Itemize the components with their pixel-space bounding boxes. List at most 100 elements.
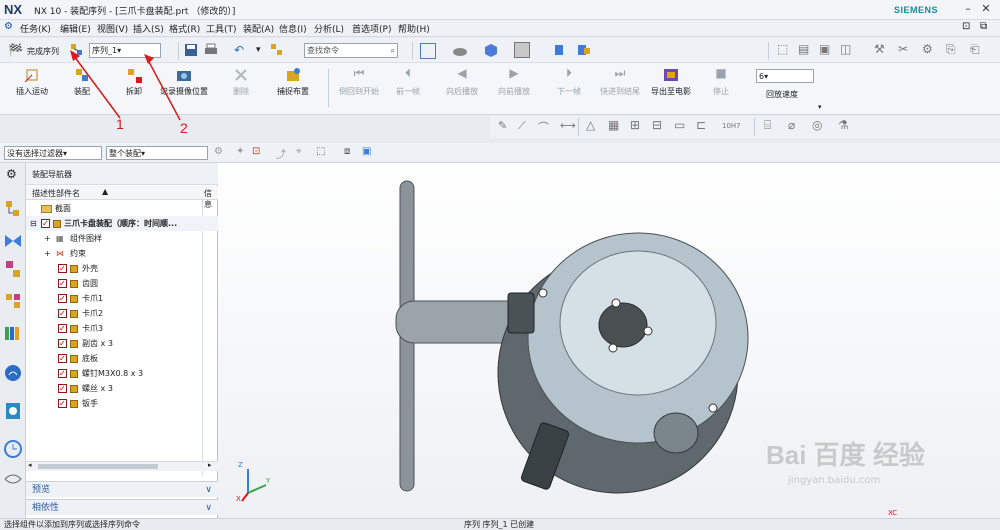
menu-assembly[interactable]: 装配(A) bbox=[243, 22, 274, 35]
tolerance-icon[interactable]: 10H7 bbox=[722, 122, 741, 130]
tree-node-part[interactable]: 齿圆 bbox=[26, 276, 218, 291]
clock-icon[interactable] bbox=[3, 439, 23, 459]
visibility-checkbox[interactable] bbox=[58, 291, 67, 306]
copy-icon[interactable]: ⎘ bbox=[946, 42, 962, 58]
web-browser-tab[interactable] bbox=[3, 363, 23, 383]
sketch-icon[interactable]: ✎ bbox=[498, 119, 507, 132]
insert-motion-button[interactable]: 插入运动 bbox=[10, 66, 54, 97]
layers-icon[interactable]: ⧈ bbox=[344, 146, 350, 157]
tool-icon[interactable]: ⚒ bbox=[874, 42, 890, 58]
dimension-icon[interactable]: ⟷ bbox=[560, 119, 576, 132]
command-search-input[interactable]: 查找命令 ⌕ bbox=[304, 43, 398, 58]
visibility-checkbox[interactable] bbox=[58, 321, 67, 336]
finish-flag-icon[interactable]: 🏁 bbox=[8, 43, 23, 57]
export-movie-button[interactable]: 导出至电影 bbox=[650, 66, 692, 97]
visibility-checkbox[interactable] bbox=[58, 276, 67, 291]
tree-node-part[interactable]: 钣手 bbox=[26, 396, 218, 411]
part-navigator-tab[interactable] bbox=[3, 259, 23, 279]
menu-tools[interactable]: 工具(T) bbox=[206, 22, 237, 35]
menu-view[interactable]: 视图(V) bbox=[97, 22, 128, 35]
next-frame-button[interactable]: ⏵ 下一帧 bbox=[552, 66, 586, 97]
delete-button[interactable]: 删除 bbox=[224, 66, 258, 97]
play-backward-button[interactable]: ◀ 向后播放 bbox=[442, 66, 482, 97]
tree-node-part[interactable]: 副齿 x 3 bbox=[26, 336, 218, 351]
previous-frame-button[interactable]: ⏴ 前一帧 bbox=[390, 66, 426, 97]
tree-node-part[interactable]: 卡爪2 bbox=[26, 306, 218, 321]
graphics-window[interactable]: Z Y X XC Bai 百度 经验 jingyan.baidu.com bbox=[218, 163, 1000, 518]
tree-node-part[interactable]: 螺丝 x 3 bbox=[26, 381, 218, 396]
expand-icon[interactable]: + bbox=[44, 246, 51, 261]
visibility-checkbox[interactable] bbox=[58, 336, 67, 351]
visibility-checkbox[interactable] bbox=[58, 261, 67, 276]
wrench-icon[interactable]: ✂ bbox=[898, 42, 914, 58]
menu-edit[interactable]: 编辑(E) bbox=[60, 22, 91, 35]
finish-sequence-button[interactable]: 完成序列 bbox=[27, 46, 59, 57]
view-frame-icon[interactable]: ▭ bbox=[674, 118, 685, 132]
brush-icon[interactable]: ⚗ bbox=[838, 118, 849, 132]
measure-icon[interactable]: ⚙ bbox=[922, 42, 938, 58]
select-point-icon[interactable]: ⊡ bbox=[252, 146, 260, 157]
column-header-part-name[interactable]: 描述性部件名 bbox=[32, 188, 80, 199]
select-box-icon[interactable]: ⬚ bbox=[316, 146, 325, 157]
cylinder-icon[interactable]: ⌸ bbox=[764, 118, 771, 133]
assembly-tools-icon[interactable] bbox=[270, 43, 286, 59]
preview-section[interactable]: 预览 ∨ bbox=[26, 481, 218, 497]
show-hide-icon[interactable] bbox=[576, 42, 592, 58]
filter-settings-icon[interactable]: ⚙ bbox=[214, 146, 223, 157]
rewind-to-start-button[interactable]: ⏮ 倒回到开始 bbox=[336, 66, 382, 97]
visibility-checkbox[interactable] bbox=[41, 216, 50, 231]
fast-forward-to-end-button[interactable]: ⏭ 快进到结尾 bbox=[596, 66, 644, 97]
shaded-cube-icon[interactable] bbox=[483, 42, 499, 58]
render-style-icon[interactable] bbox=[452, 43, 468, 59]
restore-icon[interactable]: ⧉ bbox=[980, 21, 987, 32]
stop-button[interactable]: ■ 停止 bbox=[706, 66, 736, 97]
constraint-navigator-tab[interactable] bbox=[3, 231, 23, 251]
menu-format[interactable]: 格式(R) bbox=[169, 22, 200, 35]
pin-icon[interactable]: ⌀ bbox=[788, 118, 795, 132]
gear-icon[interactable]: ⚙ bbox=[4, 21, 13, 32]
drawing-icon[interactable]: ▦ bbox=[608, 118, 619, 132]
tree-node-component-pattern[interactable]: + ▦ 组件图样 bbox=[26, 231, 218, 246]
visibility-checkbox[interactable] bbox=[58, 351, 67, 366]
paste-icon[interactable]: ⎗ bbox=[970, 42, 986, 58]
menu-task[interactable]: 任务(K) bbox=[20, 22, 51, 35]
ring-icon[interactable]: ◎ bbox=[812, 118, 822, 132]
capture-arrangement-button[interactable]: 捕捉布置 bbox=[270, 66, 316, 97]
horizontal-scrollbar[interactable]: ◂ ▸ bbox=[26, 461, 218, 471]
settings-icon[interactable]: ⚙ bbox=[6, 167, 17, 181]
visibility-checkbox[interactable] bbox=[58, 396, 67, 411]
system-materials-tab[interactable] bbox=[3, 469, 23, 489]
assembly-navigator-tab[interactable] bbox=[3, 199, 23, 219]
tree-node-root-assembly[interactable]: ⊟ 三爪卡盘装配（顺序：时间顺... bbox=[26, 216, 218, 231]
print-icon[interactable] bbox=[204, 43, 220, 59]
visibility-checkbox[interactable] bbox=[58, 306, 67, 321]
chevron-down-icon[interactable]: ▾ bbox=[256, 45, 261, 55]
hd3d-tools-tab[interactable] bbox=[3, 323, 23, 343]
menu-help[interactable]: 帮助(H) bbox=[398, 22, 430, 35]
tree-node-part[interactable]: 卡爪3 bbox=[26, 321, 218, 336]
scrollbar-thumb[interactable] bbox=[38, 464, 158, 469]
menu-analysis[interactable]: 分析(L) bbox=[314, 22, 344, 35]
triangle-icon[interactable]: △ bbox=[586, 118, 595, 132]
undo-icon[interactable]: ↶ bbox=[234, 43, 250, 59]
close-button[interactable]: ✕ bbox=[978, 2, 994, 17]
selection-filter-select[interactable]: 没有选择过滤器 bbox=[4, 146, 102, 160]
section-icon[interactable]: ⊏ bbox=[696, 118, 706, 132]
selection-scope-select[interactable]: 整个装配 bbox=[106, 146, 208, 160]
snap-icon[interactable]: ✦ bbox=[236, 146, 244, 157]
playback-speed-select[interactable]: 6 bbox=[756, 69, 814, 83]
point-icon[interactable]: ⬚ bbox=[777, 42, 793, 58]
table-icon[interactable]: ⊞ bbox=[630, 118, 640, 132]
ribbon-expand-icon[interactable]: ▾ bbox=[818, 103, 822, 111]
fit-view-icon[interactable] bbox=[420, 43, 436, 59]
cube-icon[interactable]: ▣ bbox=[819, 42, 835, 58]
tree-node-section[interactable]: 截面 bbox=[26, 201, 218, 216]
cursor-icon[interactable]: ⌖ bbox=[296, 146, 302, 157]
view-icon[interactable]: ◫ bbox=[840, 42, 856, 58]
tree-node-part[interactable]: 卡爪1 bbox=[26, 291, 218, 306]
tree-node-part[interactable]: 外壳 bbox=[26, 261, 218, 276]
visibility-checkbox[interactable] bbox=[58, 366, 67, 381]
arc-icon[interactable]: ⌒ bbox=[538, 119, 549, 135]
pick-icon[interactable]: ⤴ bbox=[276, 146, 286, 161]
background-color-icon[interactable] bbox=[514, 42, 530, 58]
